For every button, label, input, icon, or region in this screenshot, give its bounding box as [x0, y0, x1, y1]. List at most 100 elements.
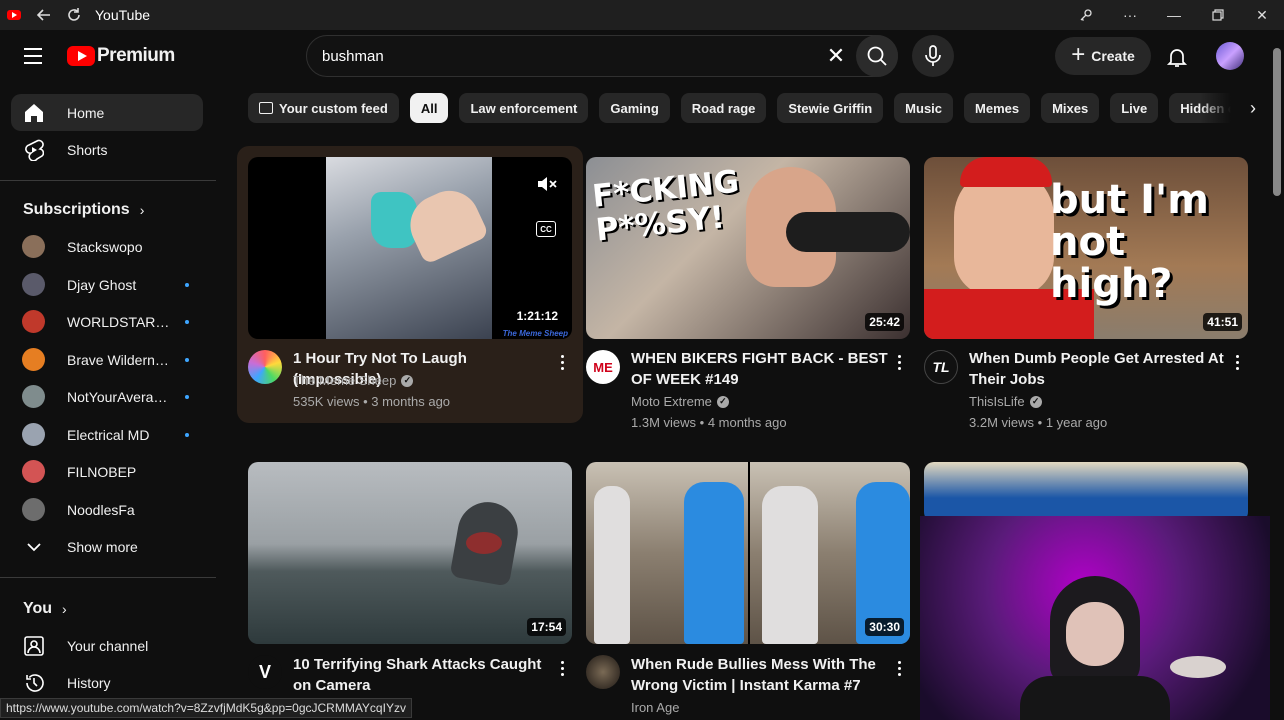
chip-music[interactable]: Music	[894, 93, 954, 123]
video-options-kebab-icon[interactable]	[1227, 350, 1247, 374]
home-icon	[22, 101, 46, 125]
channel-name: ThisIsLife	[969, 394, 1025, 409]
sidebar-item-shorts[interactable]: Shorts	[11, 131, 203, 168]
chip-all[interactable]: All	[409, 93, 449, 123]
voice-search-button[interactable]	[912, 35, 954, 77]
video-thumbnail[interactable]: 30:30	[586, 462, 910, 644]
thumbnail-text: F*CKING P*%SY!	[590, 163, 741, 249]
channel-avatar[interactable]: TL	[924, 350, 958, 384]
subscription-item[interactable]: Electrical MD	[11, 416, 203, 453]
channel-avatar[interactable]	[248, 350, 282, 384]
subscription-item[interactable]: FILNOBEP	[11, 453, 203, 490]
restore-icon[interactable]	[1196, 0, 1240, 30]
subscriptions-heading-label: Subscriptions	[23, 201, 130, 218]
new-content-dot	[185, 282, 189, 287]
show-more-button[interactable]: Show more	[11, 528, 203, 565]
video-thumbnail[interactable]: but I'm not high? 41:51	[924, 157, 1248, 339]
back-arrow-icon[interactable]	[29, 0, 59, 30]
captions-icon[interactable]: CC	[536, 221, 556, 237]
video-thumbnail[interactable]: CC 1:21:12 The Meme Sheep	[248, 157, 572, 339]
video-title[interactable]: 10 Terrifying Shark Attacks Caught on Ca…	[293, 654, 553, 696]
sidebar-item-label: Home	[67, 104, 105, 121]
thumbnail-text: but I'm not high?	[1050, 177, 1209, 307]
video-duration: 1:21:12	[512, 307, 562, 325]
chip-gaming[interactable]: Gaming	[599, 93, 670, 123]
subscription-item[interactable]: NotYourAverage...	[11, 378, 203, 415]
video-channel[interactable]: The Meme Sheep ✓	[293, 373, 414, 388]
channel-avatar	[22, 273, 45, 296]
chip-live[interactable]: Live	[1110, 93, 1159, 123]
plus-icon: +	[1071, 41, 1086, 68]
subscriptions-heading[interactable]: Subscriptions ›	[23, 201, 144, 219]
create-button[interactable]: + Create	[1055, 37, 1151, 75]
minimize-icon[interactable]: —	[1152, 0, 1196, 30]
notifications-bell-icon[interactable]	[1162, 42, 1192, 72]
channel-avatar[interactable]	[586, 655, 620, 689]
search-button[interactable]	[856, 35, 898, 77]
thumbnail-person	[594, 486, 630, 644]
subscription-item[interactable]: WORLDSTARHIP...	[11, 303, 203, 340]
subscription-item[interactable]: Djay Ghost	[11, 266, 203, 303]
view-count: 3.2M views	[969, 415, 1035, 430]
chip-label: Law enforcement	[470, 100, 578, 116]
video-title[interactable]: WHEN BIKERS FIGHT BACK - BEST OF WEEK #1…	[631, 348, 891, 390]
account-avatar[interactable]	[1216, 42, 1244, 70]
you-heading[interactable]: You ›	[23, 600, 67, 618]
sidebar-item-history[interactable]: History	[11, 664, 203, 701]
subscription-item[interactable]: Brave Wilderness	[11, 341, 203, 378]
video-title[interactable]: When Rude Bullies Mess With The Wrong Vi…	[631, 654, 891, 696]
webcam-overlay	[920, 516, 1284, 720]
browser-titlebar: YouTube ··· — ✕	[0, 0, 1284, 30]
more-options-icon[interactable]: ···	[1108, 0, 1152, 30]
chip-road-rage[interactable]: Road rage	[680, 93, 767, 123]
view-count: 535K views	[293, 394, 360, 409]
video-channel[interactable]: ThisIsLife ✓	[969, 394, 1042, 409]
scrollbar-thumb[interactable]	[1273, 48, 1281, 196]
sidebar-item-your-channel[interactable]: Your channel	[11, 627, 203, 664]
chip-stewie-griffin[interactable]: Stewie Griffin	[777, 93, 884, 123]
mute-icon[interactable]	[536, 173, 558, 195]
video-title[interactable]: When Dumb People Get Arrested At Their J…	[969, 348, 1229, 390]
chip-law-enforcement[interactable]: Law enforcement	[459, 93, 589, 123]
channel-name: Iron Age	[631, 700, 680, 715]
search-input[interactable]	[307, 36, 816, 76]
video-channel[interactable]: Iron Age	[631, 700, 679, 715]
channel-avatar	[22, 423, 45, 446]
channel-name: The Meme Sheep	[293, 373, 397, 388]
subscription-label: FILNOBEP	[67, 463, 137, 480]
page-scrollbar[interactable]	[1270, 30, 1284, 720]
new-content-dot	[185, 432, 189, 437]
chips-next-button[interactable]: ›	[1200, 93, 1256, 123]
video-duration: 25:42	[865, 313, 904, 331]
video-options-kebab-icon[interactable]	[552, 656, 572, 680]
thumbnail-person	[684, 482, 744, 644]
subscription-item[interactable]: NoodlesFa	[11, 491, 203, 528]
channel-avatar	[22, 460, 45, 483]
video-channel[interactable]: Moto Extreme ✓	[631, 394, 729, 409]
channel-avatar[interactable]: V	[248, 655, 282, 689]
menu-icon[interactable]	[24, 48, 42, 69]
thumbnail-arm	[786, 212, 910, 252]
video-options-kebab-icon[interactable]	[889, 656, 909, 680]
chip-memes[interactable]: Memes	[964, 93, 1031, 123]
video-thumbnail[interactable]: F*CKING P*%SY! 25:42	[586, 157, 910, 339]
window-title: YouTube	[95, 7, 151, 23]
video-thumbnail[interactable]	[924, 462, 1248, 522]
sidebar-item-home[interactable]: Home	[11, 94, 203, 131]
subscription-item[interactable]: Stackswopo	[11, 228, 203, 265]
chip-mixes[interactable]: Mixes	[1041, 93, 1100, 123]
reload-icon[interactable]	[59, 0, 89, 30]
video-thumbnail[interactable]: 17:54	[248, 462, 572, 644]
create-label: Create	[1091, 48, 1135, 64]
key-icon[interactable]	[1064, 0, 1108, 30]
clear-search-icon[interactable]: ✕	[816, 36, 856, 76]
chip-custom-feed[interactable]: Your custom feed	[248, 93, 399, 123]
thumbnail-cap	[960, 157, 1052, 187]
video-options-kebab-icon[interactable]	[889, 350, 909, 374]
close-window-icon[interactable]: ✕	[1240, 0, 1284, 30]
youtube-favicon-icon	[7, 10, 21, 20]
video-options-kebab-icon[interactable]	[552, 350, 572, 374]
channel-avatar[interactable]: ME	[586, 350, 620, 384]
youtube-premium-logo[interactable]: Premium	[67, 45, 175, 67]
new-content-dot	[185, 319, 189, 324]
